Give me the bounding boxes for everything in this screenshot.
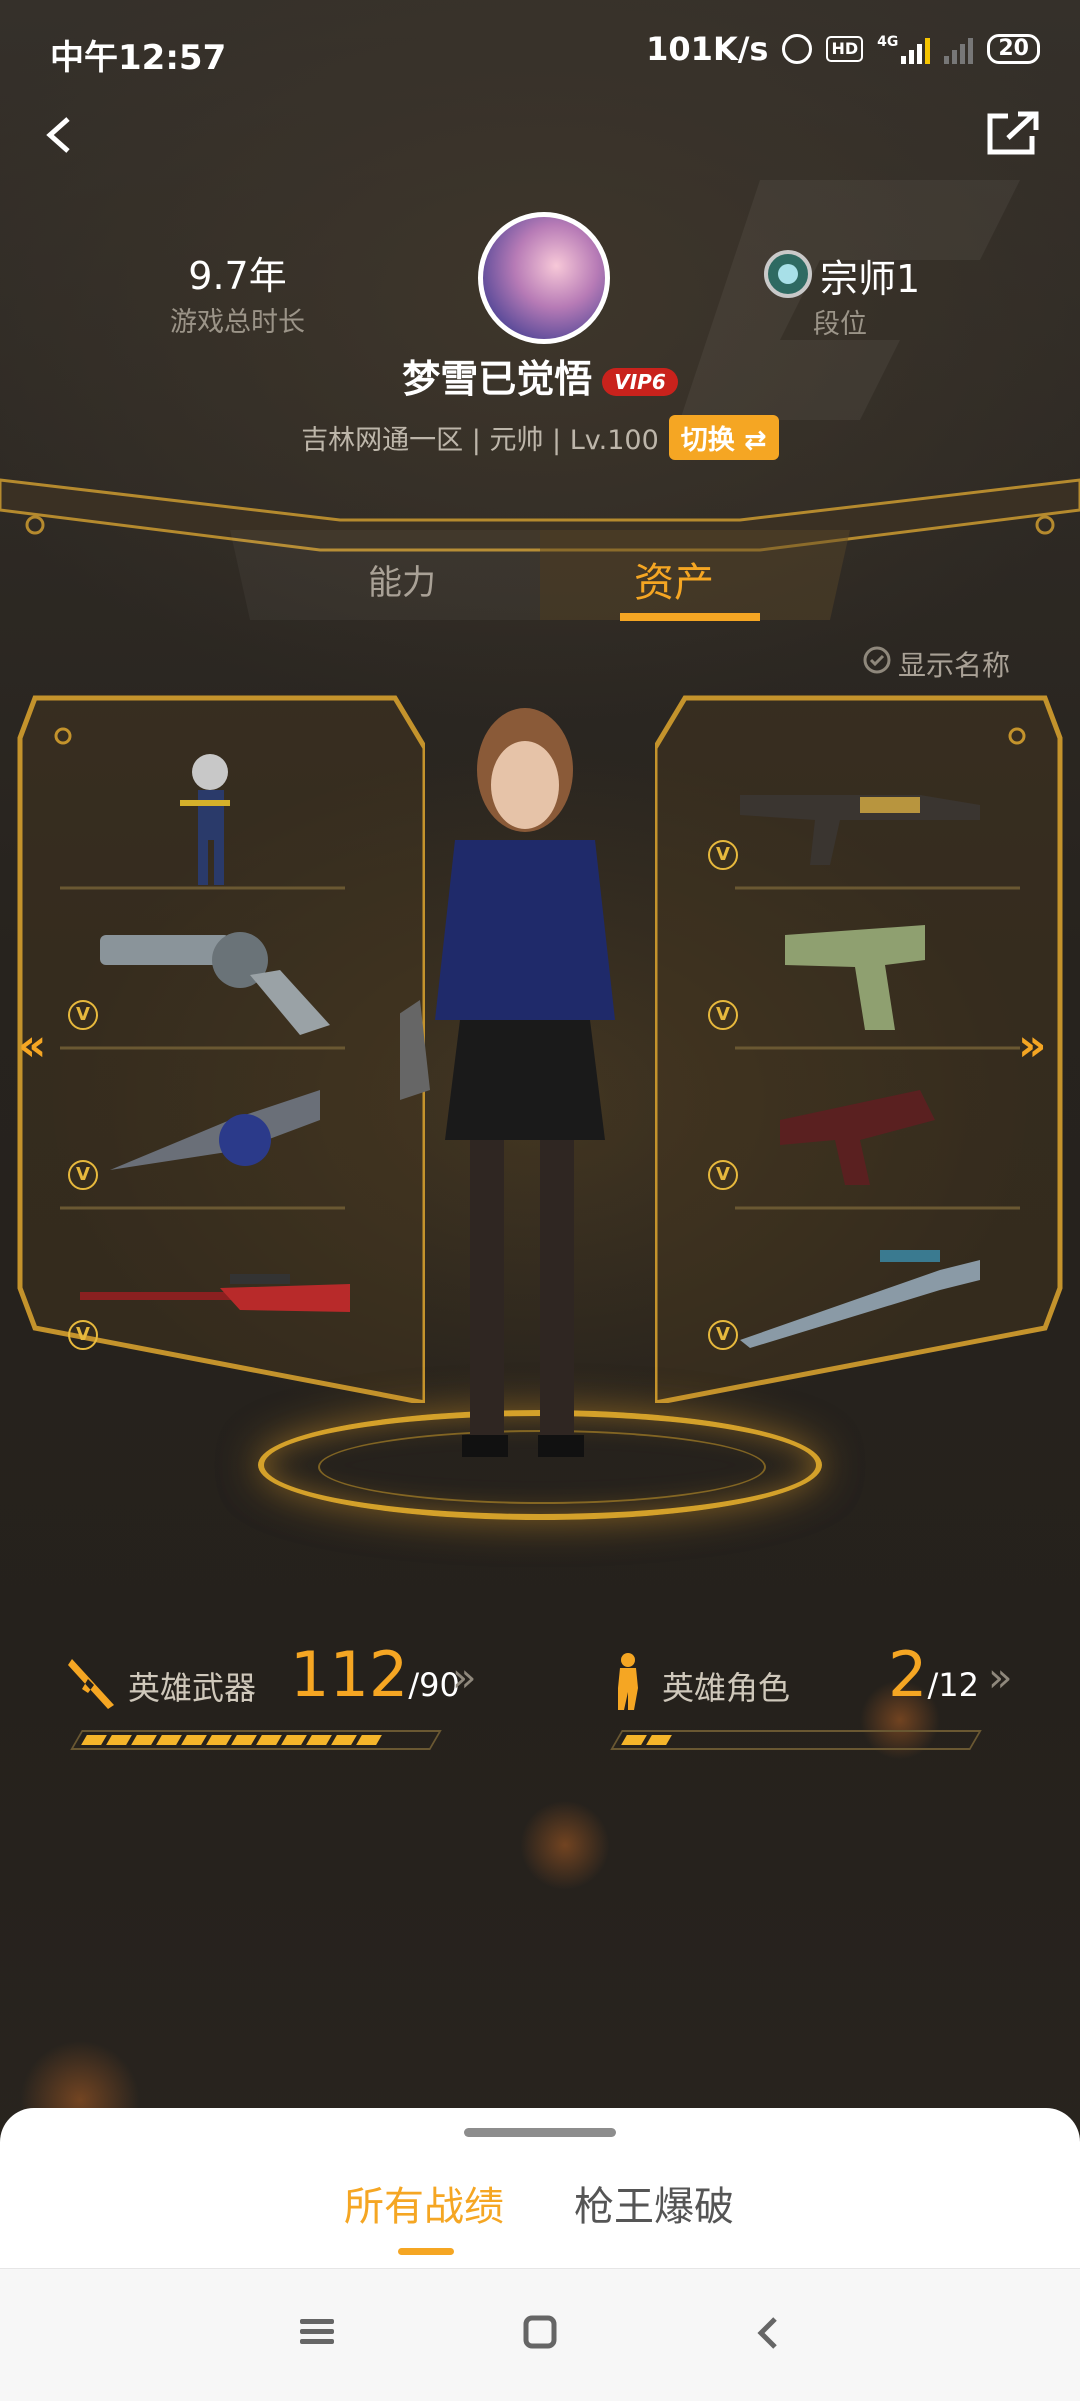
status-time: 中午12:57 xyxy=(50,38,227,78)
show-names-label[interactable]: 显示名称 xyxy=(898,644,1010,684)
battery-icon: 20 xyxy=(987,34,1040,64)
mini-character-icon xyxy=(180,754,230,885)
nav-left-arrow[interactable]: « xyxy=(18,1020,46,1071)
pistol-green-icon xyxy=(785,925,925,1030)
progress-segment xyxy=(256,1735,282,1745)
progress-segment xyxy=(206,1735,232,1745)
avatar[interactable] xyxy=(478,212,610,344)
slot-drum-gun[interactable]: V xyxy=(60,1065,400,1215)
play-time-label: 游戏总时长 xyxy=(170,307,305,338)
hero-roles-arrow[interactable]: » xyxy=(988,1655,1012,1701)
progress-segment xyxy=(231,1735,257,1745)
signal-icon: 4G xyxy=(877,34,931,64)
rare-badge-icon: V xyxy=(708,1160,738,1190)
smg-icon xyxy=(740,795,980,865)
hd-icon: HD xyxy=(826,36,864,62)
hero-weapons-owned: 112 xyxy=(290,1638,409,1711)
network-type: 4G xyxy=(877,34,899,50)
progress-segment xyxy=(81,1735,107,1745)
rank-emblem-icon xyxy=(764,250,812,298)
sniper-red-icon xyxy=(80,1274,350,1312)
slot-character[interactable] xyxy=(60,745,400,895)
server-info: 吉林网通一区 | 元帅 | Lv.100 xyxy=(301,425,659,456)
pistol-red-icon xyxy=(780,1090,935,1185)
hero-roles-label[interactable]: 英雄角色 xyxy=(662,1663,790,1709)
menu-icon[interactable] xyxy=(300,2317,334,2347)
slot-sniper-blue[interactable]: V xyxy=(700,1225,1040,1375)
switch-button[interactable]: 切换 ⇄ xyxy=(668,415,779,460)
system-nav-bar xyxy=(0,2268,1080,2401)
hero-weapons-progress xyxy=(70,1730,442,1750)
server-info-row: 吉林网通一区 | 元帅 | Lv.100 切换 ⇄ xyxy=(0,415,1080,460)
progress-segment xyxy=(331,1735,357,1745)
character-model[interactable] xyxy=(400,700,650,1480)
progress-segment xyxy=(646,1735,672,1745)
progress-segment xyxy=(131,1735,157,1745)
tab-bar-frame xyxy=(0,478,1080,621)
slot-pistol-red[interactable]: V xyxy=(700,1065,1040,1215)
hero-roles-owned: 2 xyxy=(888,1638,928,1711)
vip-badge: VIP6 xyxy=(602,367,678,396)
tab-assets[interactable]: 资产 xyxy=(634,550,714,608)
soldier-icon xyxy=(618,1653,638,1710)
rare-badge-icon: V xyxy=(68,1160,98,1190)
rare-badge-icon: V xyxy=(708,840,738,870)
rare-badge-icon: V xyxy=(708,1320,738,1350)
tab-all-records[interactable]: 所有战绩 xyxy=(344,2174,504,2232)
progress-segment xyxy=(181,1735,207,1745)
rare-badge-icon: V xyxy=(708,1000,738,1030)
slot-smg[interactable]: V xyxy=(700,745,1040,895)
rank-label: 段位 xyxy=(813,309,867,340)
drum-gun-icon xyxy=(110,1090,320,1170)
sheet-drag-handle[interactable] xyxy=(464,2128,616,2137)
revolver-icon xyxy=(100,932,330,1035)
slot-pistol-green[interactable]: V xyxy=(700,905,1040,1055)
rifle-icon xyxy=(68,1659,114,1709)
progress-segment xyxy=(281,1735,307,1745)
player-name: 梦雪已觉悟 xyxy=(402,357,593,401)
check-circle-icon[interactable] xyxy=(862,645,892,675)
progress-segment xyxy=(356,1735,382,1745)
play-time-value: 9.7年 xyxy=(188,254,287,298)
slot-sniper-red[interactable]: V xyxy=(60,1225,400,1375)
hero-roles-progress xyxy=(610,1730,982,1750)
progress-segment xyxy=(106,1735,132,1745)
hero-weapons-label[interactable]: 英雄武器 xyxy=(128,1663,256,1709)
slot-revolver[interactable]: V xyxy=(60,905,400,1055)
ember-decoration xyxy=(520,1800,610,1890)
tab-ability[interactable]: 能力 xyxy=(368,555,436,604)
sniper-blue-icon xyxy=(740,1250,980,1348)
network-speed: 101K/s xyxy=(646,30,769,68)
status-bar: 中午12:57 101K/s HD 4G 20 xyxy=(0,0,1080,100)
signal-icon-secondary xyxy=(944,34,974,64)
tab-gun-king-demolition[interactable]: 枪王爆破 xyxy=(574,2174,734,2232)
alarm-icon xyxy=(782,34,813,64)
progress-segment xyxy=(306,1735,332,1745)
back-nav-icon[interactable] xyxy=(755,2315,781,2351)
progress-segment xyxy=(156,1735,182,1745)
hero-weapons-count[interactable]: 112/90 xyxy=(290,1638,460,1711)
hero-roles-count[interactable]: 2/12 xyxy=(888,1638,979,1711)
active-tab-indicator xyxy=(398,2248,454,2255)
rank-value: 宗师1 xyxy=(820,257,921,301)
player-name-row: 梦雪已觉悟 VIP6 xyxy=(0,348,1080,403)
progress-segment xyxy=(621,1735,647,1745)
hero-roles-total: /12 xyxy=(927,1666,979,1704)
rare-badge-icon: V xyxy=(68,1000,98,1030)
hero-weapons-arrow[interactable]: » xyxy=(452,1655,476,1701)
home-icon[interactable] xyxy=(523,2315,557,2349)
back-arrow-icon[interactable] xyxy=(40,115,80,155)
